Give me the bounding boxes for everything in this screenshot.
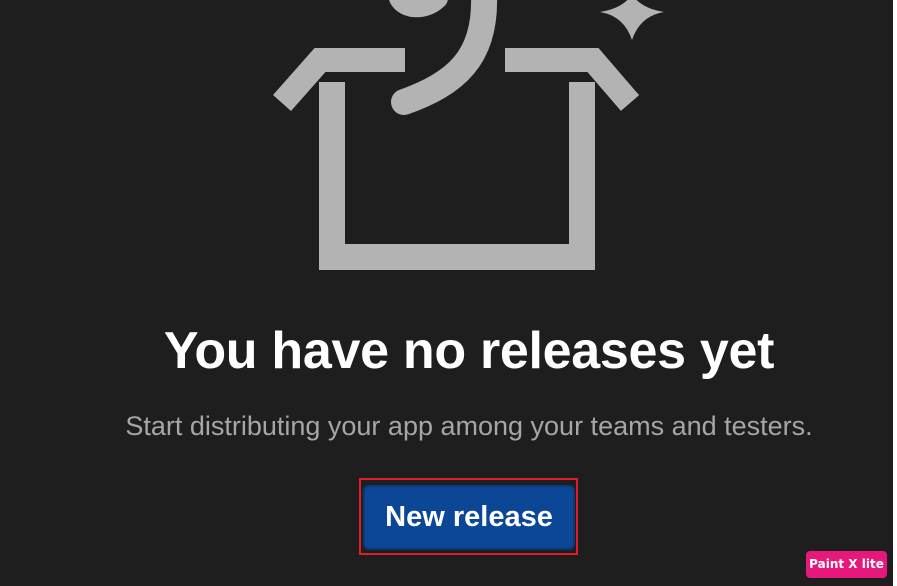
new-release-button[interactable]: New release <box>363 485 575 550</box>
swirl-loop <box>389 0 448 18</box>
empty-state-subtitle: Start distributing your app among your t… <box>125 411 813 441</box>
empty-state-title: You have no releases yet <box>163 322 775 380</box>
paint-x-lite-watermark: Paint X lite <box>806 551 887 578</box>
open-box-sparkle-icon <box>273 0 664 270</box>
empty-state-panel: You have no releases yet Start distribut… <box>0 0 893 586</box>
box-right-flap <box>505 48 640 111</box>
box-body <box>319 82 595 270</box>
sparkle-icon <box>600 0 664 40</box>
